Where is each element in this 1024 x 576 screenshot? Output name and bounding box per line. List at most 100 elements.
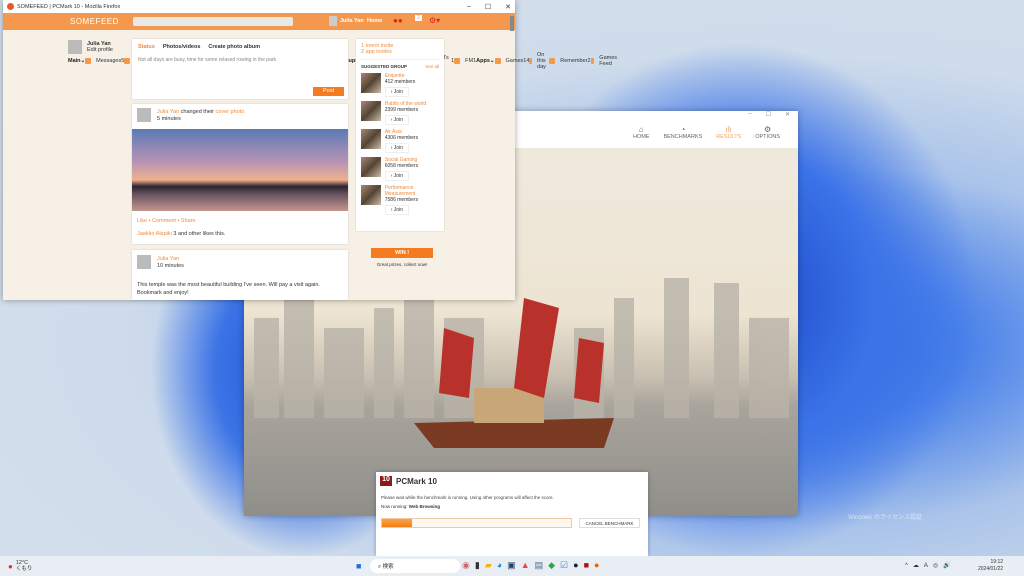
nav-label: RESULTS <box>716 134 742 140</box>
taskbar-search[interactable]: ⌕ 検索 <box>370 559 460 573</box>
maximize-button[interactable]: ☐ <box>485 3 491 11</box>
firefox-window: SOMEFEED | PCMark 10 - Mozilla Firefox –… <box>3 0 617 300</box>
header-home[interactable]: Home <box>367 18 382 24</box>
nav-home[interactable]: ⌂ HOME <box>633 125 650 140</box>
weather-sub: くもり <box>15 566 33 572</box>
now-running-value: Web Browsing <box>408 504 440 509</box>
post-button[interactable]: Post <box>313 87 344 96</box>
header-user[interactable]: Julia Yan <box>340 18 364 24</box>
app-invite-link[interactable]: 2 app invites <box>361 49 439 60</box>
nav-benchmarks[interactable]: ◔ BENCHMARKS <box>663 125 702 140</box>
close-button[interactable]: ✕ <box>785 111 790 122</box>
file-explorer-icon[interactable]: ▰ <box>485 560 492 571</box>
weather-widget[interactable]: ● 12°C くもり <box>8 560 32 572</box>
app-icon[interactable]: ▤ <box>535 560 544 571</box>
pcmark-taskbar-icon[interactable]: ■ <box>584 560 589 571</box>
sidebar-item[interactable]: Remember 2 <box>549 56 591 65</box>
tab-status[interactable]: Status <box>138 44 155 50</box>
like-link[interactable]: Like <box>137 218 147 224</box>
taskbar-apps: ◉ ▮ ▰ ◕ ▣ ▲ ▤ ◆ ☑ ● ■ ● <box>462 560 599 571</box>
cover-photo-link[interactable]: cover photo. <box>216 109 246 115</box>
clock[interactable]: 19:12 2024/01/22 <box>978 559 1003 573</box>
liker-link[interactable]: Jaakko Alapiki <box>137 231 172 237</box>
sidebar-item[interactable]: Games 14 <box>494 56 529 65</box>
sidebar-item-label: FM <box>465 57 474 64</box>
system-tray[interactable]: ^☁A◎🔊 <box>905 562 956 569</box>
task-view-icon[interactable]: ▮ <box>475 560 480 571</box>
post-time: 5 minutes <box>157 116 181 122</box>
suggested-group: Habits of the world 2399 members › Join <box>361 101 439 125</box>
group-image <box>361 129 381 149</box>
join-button[interactable]: › Join <box>384 205 409 215</box>
firefox-titlebar: SOMEFEED | PCMark 10 - Mozilla Firefox –… <box>3 0 515 13</box>
cover-photo[interactable] <box>132 129 348 211</box>
suggested-title: SUGGESTED GROUP <box>361 64 408 69</box>
win-text: Great prizes, collect now! <box>376 262 428 267</box>
app-icon[interactable]: ◆ <box>548 560 555 571</box>
join-button[interactable]: › Join <box>384 171 409 181</box>
maximize-button[interactable]: ☐ <box>766 111 771 122</box>
nav-results[interactable]: ılı RESULTS <box>716 125 741 140</box>
minimize-button[interactable]: – <box>748 111 751 122</box>
search-input[interactable] <box>133 17 293 26</box>
likes-text: 3 and other likes this. <box>173 231 226 237</box>
group-members: 2399 members <box>384 107 419 113</box>
post-action: changed their <box>180 109 214 115</box>
composer: Status Photos/videos Create photo album … <box>132 39 348 99</box>
friends-icon[interactable]: ●● <box>393 16 403 25</box>
scrollbar[interactable] <box>510 16 514 31</box>
pcmark-logo: 10 <box>380 476 392 486</box>
nav-label: OPTIONS <box>755 134 780 140</box>
win-promo[interactable]: WIN ! Great prizes, collect now! <box>367 248 437 267</box>
app-icon[interactable]: ☑ <box>560 560 568 571</box>
post-author[interactable]: Julia Yan <box>157 109 179 115</box>
share-link[interactable]: Share <box>181 218 196 224</box>
close-button[interactable]: ✕ <box>505 3 511 11</box>
join-button[interactable]: › Join <box>384 143 409 153</box>
minimize-button[interactable]: – <box>467 3 471 11</box>
sidebar-item[interactable]: FM 1 <box>454 56 476 65</box>
group-members: 4306 members <box>384 135 419 141</box>
sidebar-item[interactable]: Games Feed <box>590 54 620 67</box>
sidebar-item-label: Games Feed <box>599 54 618 67</box>
sidebar-item-icon <box>590 57 595 64</box>
gauge-icon: ◔ <box>680 125 686 134</box>
tab-album[interactable]: Create photo album <box>208 44 260 50</box>
gear-icon: ⚙ <box>764 125 772 134</box>
join-button[interactable]: › Join <box>384 87 409 97</box>
join-button[interactable]: › Join <box>384 115 409 125</box>
nav-label: HOME <box>632 134 650 140</box>
post-author[interactable]: Julia Yan <box>157 256 179 262</box>
status-input[interactable]: Not all days are busy, time for some rel… <box>132 55 348 65</box>
sidebar-item[interactable]: Messages 5 <box>85 56 124 65</box>
now-running-label: Now running: <box>381 504 408 509</box>
sidebar-item-label: Games <box>505 57 524 64</box>
home-icon: ⌂ <box>638 125 644 134</box>
sidebar-section-heading: Apps ⌄ <box>476 56 494 65</box>
notification-badge[interactable]: 2 <box>415 15 422 21</box>
start-icon[interactable]: ■ <box>356 561 361 571</box>
steam-icon[interactable]: ● <box>573 560 578 571</box>
firefox-taskbar-icon[interactable]: ● <box>594 560 599 571</box>
edit-profile-link[interactable]: Edit profile <box>87 47 113 53</box>
suggested-group: Social Gaming 6058 members › Join <box>361 157 439 181</box>
app-icon[interactable]: ▲ <box>521 560 530 571</box>
store-icon[interactable]: ▣ <box>507 560 516 571</box>
group-name[interactable]: Performance Measurement <box>385 185 439 197</box>
firefox-icon <box>7 3 14 10</box>
see-all-link[interactable]: See all <box>425 64 439 69</box>
edge-icon[interactable]: ◕ <box>497 560 502 571</box>
sidebar-item[interactable]: On this day <box>529 52 549 70</box>
avatar <box>137 255 151 269</box>
avatar[interactable] <box>329 16 337 26</box>
taskbar: ● 12°C くもり ■ ⌕ 検索 ◉ ▮ ▰ ◕ ▣ ▲ ▤ ◆ ☑ ● ■ ● ^☁A◎🔊 19:1… <box>0 556 1024 576</box>
tab-photos[interactable]: Photos/videos <box>163 44 201 50</box>
cancel-benchmark-button[interactable]: CANCEL BENCHMARK <box>579 518 640 528</box>
settings-icon[interactable]: ⚙▾ <box>429 16 440 25</box>
nav-options[interactable]: ⚙ OPTIONS <box>755 125 780 140</box>
somefeed-logo[interactable]: SOMEFEED <box>70 17 119 26</box>
profile[interactable]: Julia Yan Edit profile <box>68 40 126 54</box>
comment-link[interactable]: Comment <box>152 218 176 224</box>
copilot-icon[interactable]: ◉ <box>462 560 470 571</box>
group-image <box>361 101 381 121</box>
